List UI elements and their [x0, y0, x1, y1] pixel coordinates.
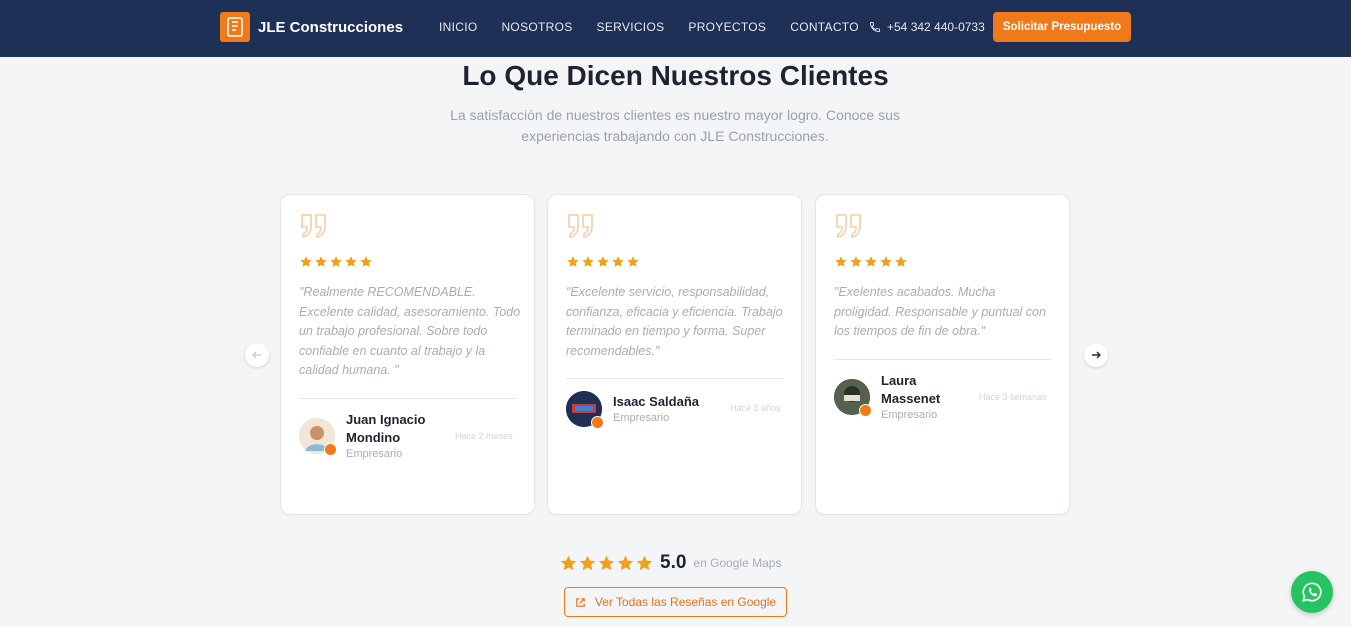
- star-icon: [835, 256, 847, 267]
- view-google-reviews-button[interactable]: Ver Todas las Reseñas en Google: [564, 587, 787, 617]
- divider: [834, 359, 1052, 360]
- arrow-left-icon: [252, 351, 261, 359]
- carousel-prev-button[interactable]: [245, 343, 269, 367]
- star-icon: [636, 555, 653, 570]
- review-text: "Realmente RECOMENDABLE. Excelente calid…: [299, 285, 521, 377]
- quote-icon: [301, 214, 326, 239]
- external-link-icon: [576, 597, 585, 607]
- phone-number: +54 342 440-0733: [887, 20, 985, 34]
- nav-link-nosotros[interactable]: NOSOTROS: [501, 20, 572, 34]
- section-subtitle: La satisfacción de nuestros clientes es …: [450, 107, 900, 144]
- author-role: Empresario: [881, 409, 938, 421]
- star-icon: [895, 256, 907, 267]
- author-name: Juan Ignacio Mondino: [346, 412, 426, 445]
- star-icon: [617, 555, 634, 570]
- star-icon: [330, 256, 342, 267]
- author-name: Isaac Saldaña: [613, 394, 699, 409]
- carousel-next-button[interactable]: [1084, 343, 1108, 367]
- star-icon: [567, 256, 579, 267]
- review-stars: [566, 255, 641, 269]
- rating-source: en Google Maps: [693, 556, 782, 570]
- star-icon: [612, 256, 624, 267]
- review-text: "Excelente servicio, responsabilidad, co…: [566, 285, 783, 358]
- view-google-reviews-label: Ver Todas las Reseñas en Google: [594, 595, 777, 609]
- quote-icon: [836, 214, 861, 239]
- nav-link-servicios[interactable]: SERVICIOS: [597, 20, 665, 34]
- review-card: "Excelente servicio, responsabilidad, co…: [547, 194, 802, 515]
- review-stars: [299, 255, 374, 269]
- nav-link-proyectos[interactable]: PROYECTOS: [688, 20, 766, 34]
- quote-icon: [568, 214, 593, 239]
- whatsapp-icon: [1302, 582, 1322, 602]
- star-icon: [560, 555, 577, 570]
- review-card: "Exelentes acabados. Mucha proligidad. R…: [815, 194, 1070, 515]
- star-icon: [597, 256, 609, 267]
- author-role: Empresario: [613, 412, 670, 424]
- section-title: Lo Que Dicen Nuestros Clientes: [462, 60, 889, 91]
- request-quote-button[interactable]: Solicitar Presupuesto: [993, 12, 1131, 42]
- brand[interactable]: JLE Construcciones: [220, 12, 403, 42]
- star-icon: [582, 256, 594, 267]
- logo-icon: [220, 12, 250, 42]
- review-time: Hace 2 meses: [455, 431, 513, 441]
- rating-value: 5.0: [660, 552, 687, 573]
- review-card: "Realmente RECOMENDABLE. Excelente calid…: [280, 194, 535, 515]
- author-role: Empresario: [346, 448, 403, 460]
- star-icon: [850, 256, 862, 267]
- star-icon: [598, 555, 615, 570]
- nav-links: INICIO NOSOTROS SERVICIOS PROYECTOS CONT…: [439, 20, 883, 34]
- star-icon: [880, 256, 892, 267]
- star-icon: [345, 256, 357, 267]
- phone-link[interactable]: +54 342 440-0733: [869, 20, 985, 34]
- star-icon: [627, 256, 639, 267]
- rating-summary: 5.0 en Google Maps: [559, 551, 781, 575]
- star-icon: [360, 256, 372, 267]
- divider: [566, 378, 784, 379]
- nav-link-inicio[interactable]: INICIO: [439, 20, 477, 34]
- avatar: [566, 391, 604, 429]
- divider: [299, 398, 517, 399]
- arrow-right-icon: [1092, 351, 1101, 359]
- star-icon: [315, 256, 327, 267]
- author-name: Laura Massenet: [881, 373, 941, 406]
- star-icon: [300, 256, 312, 267]
- navbar: JLE Construcciones INICIO NOSOTROS SERVI…: [0, 0, 1351, 57]
- whatsapp-button[interactable]: [1291, 571, 1333, 613]
- review-text: "Exelentes acabados. Mucha proligidad. R…: [834, 285, 1046, 338]
- review-time: Hace 3 años: [730, 403, 781, 413]
- review-time: Hace 3 semanas: [979, 392, 1047, 402]
- avatar: [834, 379, 872, 417]
- star-icon: [579, 555, 596, 570]
- brand-name: JLE Construcciones: [258, 18, 404, 36]
- summary-stars: [559, 554, 654, 573]
- avatar: [299, 418, 337, 456]
- star-icon: [865, 256, 877, 267]
- review-stars: [834, 255, 909, 269]
- phone-icon: [870, 22, 880, 32]
- nav-link-contacto[interactable]: CONTACTO: [790, 20, 859, 34]
